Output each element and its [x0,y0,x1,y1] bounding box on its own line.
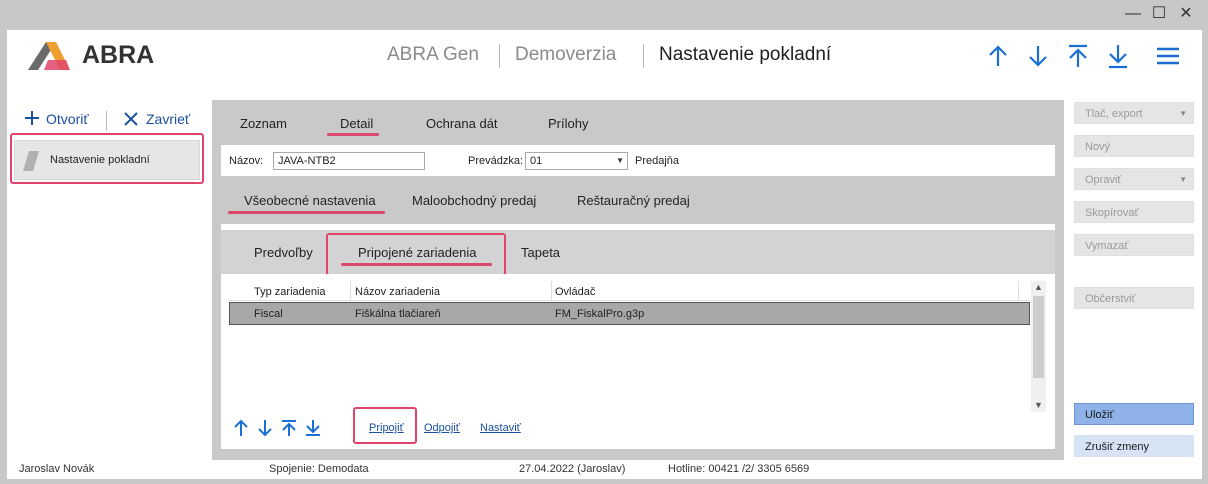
status-hotline: Hotline: 00421 /2/ 3305 6569 [668,463,810,475]
cell-type: Fiscal [254,308,283,320]
tab-retail-sale[interactable]: Maloobchodný predaj [412,193,536,208]
shop-label: Prevádzka: [468,155,524,167]
breadcrumb-db[interactable]: Demoverzia [515,44,616,66]
chevron-down-icon: ▼ [1179,175,1187,184]
arrow-to-top-icon[interactable] [1065,42,1091,70]
chevron-down-icon[interactable]: ▼ [616,153,624,169]
divider [350,281,351,300]
window-titlebar [0,0,1208,30]
refresh-button[interactable]: Občerstviť [1074,287,1194,309]
tab-active-indicator [327,133,379,136]
tab-attachments[interactable]: Prílohy [548,116,588,131]
open-button[interactable]: Otvoriť [46,111,89,127]
logo-text: ABRA [82,41,155,69]
move-up-icon[interactable] [232,419,250,437]
divider [551,281,552,300]
menu-icon[interactable] [1155,42,1181,70]
tab-preferences[interactable]: Predvoľby [254,245,313,260]
disconnect-link[interactable]: Odpojiť [424,422,460,434]
page-title: Nastavenie pokladní [659,44,832,65]
tab-wallpaper[interactable]: Tapeta [521,245,560,260]
cell-name: Fiškálna tlačiareň [355,308,441,320]
breadcrumb-separator [499,44,500,68]
window-frame-bottom [0,479,1208,484]
scroll-down-icon[interactable]: ▼ [1033,400,1044,410]
tab-list[interactable]: Zoznam [240,116,287,131]
tab-data-protection[interactable]: Ochrana dát [426,116,498,131]
close-button[interactable]: Zavrieť [146,111,190,127]
shop-select-value: 01 [530,155,543,167]
print-export-label: Tlač, export [1085,108,1143,120]
close-icon[interactable] [124,112,138,126]
tab-active-indicator [341,263,492,266]
window-frame-right [1202,30,1208,484]
move-to-top-icon[interactable] [280,419,298,437]
status-user: Jaroslav Novák [19,463,95,475]
name-field[interactable]: JAVA-NTB2 [273,152,425,170]
minimize-button[interactable]: — [1123,4,1143,24]
breadcrumb-separator [643,44,644,68]
shop-name: Predajňa [635,155,680,167]
edit-label: Opraviť [1085,174,1122,186]
maximize-button[interactable]: ☐ [1149,4,1169,24]
scroll-up-icon[interactable]: ▲ [1033,282,1044,292]
tab-general-settings[interactable]: Všeobecné nastavenia [244,193,376,208]
abra-logo-icon [26,40,72,72]
move-down-icon[interactable] [256,419,274,437]
column-header-type[interactable]: Typ zariadenia [254,286,326,298]
name-label: Názov: [229,155,264,167]
print-export-button[interactable]: Tlač, export ▼ [1074,102,1194,124]
tab-restaurant-sale[interactable]: Reštauračný predaj [577,193,690,208]
arrow-to-bottom-icon[interactable] [1105,42,1131,70]
cell-driver: FM_FiskalPro.g3p [555,308,645,320]
breadcrumb-app[interactable]: ABRA Gen [387,44,479,66]
scrollbar-thumb[interactable] [1033,296,1044,378]
list-item-pos-settings[interactable]: Nastavenie pokladní [14,140,200,180]
configure-link[interactable]: Nastaviť [480,422,521,434]
delete-button[interactable]: Vymazať [1074,234,1194,256]
document-icon [23,151,39,171]
plus-icon[interactable] [24,110,40,126]
grid-header [229,280,1029,301]
list-item-label: Nastavenie pokladní [50,154,150,166]
chevron-down-icon: ▼ [1179,109,1187,118]
divider [1018,281,1019,300]
column-header-driver[interactable]: Ovládač [555,286,595,298]
divider [106,111,107,131]
tab-detail[interactable]: Detail [340,116,373,131]
shop-select[interactable]: 01 ▼ [525,152,628,170]
arrow-down-icon[interactable] [1025,42,1051,70]
status-date: 27.04.2022 (Jaroslav) [519,463,626,475]
tab-active-indicator [228,211,385,214]
save-button[interactable]: Uložiť [1074,403,1194,425]
connect-link[interactable]: Pripojiť [369,422,404,434]
arrow-up-icon[interactable] [985,42,1011,70]
status-connection: Spojenie: Demodata [269,463,369,475]
copy-button[interactable]: Skopírovať [1074,201,1194,223]
cancel-changes-button[interactable]: Zrušiť zmeny [1074,435,1194,457]
new-button[interactable]: Nový [1074,135,1194,157]
close-window-button[interactable]: ✕ [1176,4,1196,24]
tab-connected-devices[interactable]: Pripojené zariadenia [358,245,477,260]
window-frame-left [0,30,7,484]
edit-button[interactable]: Opraviť ▼ [1074,168,1194,190]
move-to-bottom-icon[interactable] [304,419,322,437]
column-header-name[interactable]: Názov zariadenia [355,286,440,298]
